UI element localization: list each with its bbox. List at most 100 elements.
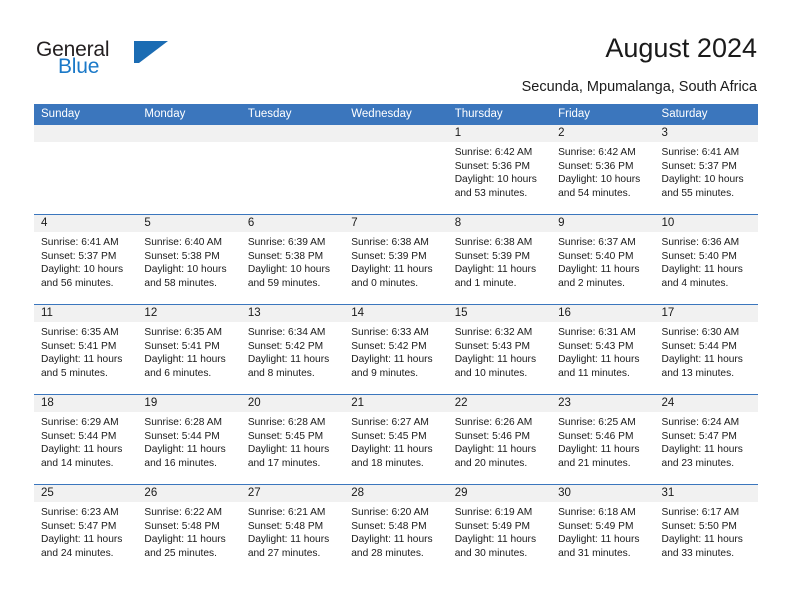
day-cell-empty bbox=[344, 125, 448, 214]
day-cell-24[interactable]: 24 Sunrise: 6:24 AM Sunset: 5:47 PM Dayligh… bbox=[654, 395, 758, 484]
day-cell-26[interactable]: 26 Sunrise: 6:22 AM Sunset: 5:48 PM Dayligh… bbox=[137, 485, 241, 574]
day-number: 1 bbox=[454, 127, 462, 139]
page-title: August 2024 bbox=[605, 33, 757, 63]
calendar-weeks: 1 Sunrise: 6:42 AM Sunset: 5:36 PM Daylight… bbox=[34, 125, 758, 574]
day-detail-line: Daylight: 10 hours bbox=[41, 264, 124, 276]
calendar-week-row: 11 Sunrise: 6:35 AM Sunset: 5:41 PM Dayligh… bbox=[34, 304, 758, 394]
day-cell-16[interactable]: 16 Sunrise: 6:31 AM Sunset: 5:43 PM Dayligh… bbox=[551, 305, 655, 394]
day-detail-line: and 20 minutes. bbox=[454, 457, 528, 469]
day-detail-line: Sunrise: 6:42 AM bbox=[558, 147, 636, 158]
day-cell-20[interactable]: 20 Sunrise: 6:28 AM Sunset: 5:45 PM Dayligh… bbox=[240, 395, 345, 484]
day-details: Sunrise: 6:26 AM Sunset: 5:46 PM Daylight:… bbox=[448, 412, 551, 470]
day-detail-line: Sunset: 5:37 PM bbox=[41, 250, 117, 262]
day-cell-31[interactable]: 31 Sunrise: 6:17 AM Sunset: 5:50 PM Dayligh… bbox=[654, 485, 758, 574]
day-detail-line: Sunrise: 6:26 AM bbox=[454, 417, 533, 428]
day-cell-9[interactable]: 9 Sunrise: 6:37 AM Sunset: 5:40 PM Daylight… bbox=[551, 215, 655, 304]
day-detail-line: Sunset: 5:38 PM bbox=[247, 250, 324, 262]
day-cell-19[interactable]: 19 Sunrise: 6:28 AM Sunset: 5:44 PM Dayligh… bbox=[137, 395, 241, 484]
day-detail-line: Daylight: 11 hours bbox=[351, 534, 433, 546]
day-detail-line: Sunrise: 6:32 AM bbox=[454, 327, 533, 338]
day-number-band: 2 bbox=[551, 125, 655, 142]
day-details: Sunrise: 6:18 AM Sunset: 5:49 PM Daylight:… bbox=[551, 502, 654, 560]
weekday-header-wednesday: Wednesday bbox=[351, 108, 412, 120]
day-cell-18[interactable]: 18 Sunrise: 6:29 AM Sunset: 5:44 PM Dayligh… bbox=[34, 395, 138, 484]
day-detail-line: Sunset: 5:47 PM bbox=[661, 430, 737, 442]
day-details: Sunrise: 6:41 AM Sunset: 5:37 PM Daylight:… bbox=[34, 232, 137, 290]
day-number-band: 4 bbox=[34, 215, 138, 232]
day-detail-line: Sunrise: 6:35 AM bbox=[144, 327, 223, 338]
day-cell-7[interactable]: 7 Sunrise: 6:38 AM Sunset: 5:39 PM Daylight… bbox=[344, 215, 448, 304]
day-number-band: 16 bbox=[551, 305, 655, 322]
day-number: 29 bbox=[454, 487, 468, 499]
calendar-week-row: 1 Sunrise: 6:42 AM Sunset: 5:36 PM Daylight… bbox=[34, 125, 758, 214]
day-number-band: 24 bbox=[654, 395, 758, 412]
day-detail-line: Sunrise: 6:41 AM bbox=[41, 237, 119, 248]
day-detail-line: Sunrise: 6:31 AM bbox=[558, 327, 636, 338]
day-detail-line: Daylight: 11 hours bbox=[454, 264, 537, 276]
day-cell-5[interactable]: 5 Sunrise: 6:40 AM Sunset: 5:38 PM Daylight… bbox=[137, 215, 241, 304]
day-number: 9 bbox=[558, 217, 565, 229]
day-cell-12[interactable]: 12 Sunrise: 6:35 AM Sunset: 5:41 PM Dayligh… bbox=[137, 305, 241, 394]
day-details: Sunrise: 6:38 AM Sunset: 5:39 PM Daylight:… bbox=[344, 232, 447, 290]
day-detail-line: Sunset: 5:46 PM bbox=[558, 430, 634, 442]
day-details: Sunrise: 6:30 AM Sunset: 5:44 PM Daylight:… bbox=[655, 322, 758, 380]
page-subtitle: Secunda, Mpumalanga, South Africa bbox=[521, 79, 757, 95]
day-detail-line: Daylight: 11 hours bbox=[351, 354, 433, 366]
day-cell-25[interactable]: 25 Sunrise: 6:23 AM Sunset: 5:47 PM Dayligh… bbox=[34, 485, 138, 574]
day-cell-10[interactable]: 10 Sunrise: 6:36 AM Sunset: 5:40 PM Dayligh… bbox=[654, 215, 758, 304]
day-number: 25 bbox=[41, 487, 54, 499]
day-cell-8[interactable]: 8 Sunrise: 6:38 AM Sunset: 5:39 PM Daylight… bbox=[447, 215, 552, 304]
day-detail-line: and 58 minutes. bbox=[144, 277, 217, 289]
day-detail-line: Daylight: 11 hours bbox=[247, 534, 330, 546]
day-cell-22[interactable]: 22 Sunrise: 6:26 AM Sunset: 5:46 PM Dayligh… bbox=[447, 395, 552, 484]
day-cell-27[interactable]: 27 Sunrise: 6:21 AM Sunset: 5:48 PM Dayligh… bbox=[240, 485, 345, 574]
day-cell-11[interactable]: 11 Sunrise: 6:35 AM Sunset: 5:41 PM Dayligh… bbox=[34, 305, 138, 394]
day-detail-line: Sunset: 5:39 PM bbox=[454, 250, 531, 262]
day-details: Sunrise: 6:34 AM Sunset: 5:42 PM Daylight:… bbox=[241, 322, 344, 380]
day-cell-2[interactable]: 2 Sunrise: 6:42 AM Sunset: 5:36 PM Daylight… bbox=[551, 125, 655, 214]
day-number-band: 15 bbox=[447, 305, 552, 322]
day-cell-29[interactable]: 29 Sunrise: 6:19 AM Sunset: 5:49 PM Dayligh… bbox=[447, 485, 552, 574]
day-detail-line: and 56 minutes. bbox=[41, 277, 114, 289]
day-cell-15[interactable]: 15 Sunrise: 6:32 AM Sunset: 5:43 PM Dayligh… bbox=[447, 305, 552, 394]
day-detail-line: Daylight: 11 hours bbox=[454, 534, 537, 546]
day-number: 3 bbox=[661, 127, 668, 139]
day-detail-line: Daylight: 10 hours bbox=[454, 174, 537, 186]
day-detail-line: and 27 minutes. bbox=[247, 547, 321, 559]
day-number: 18 bbox=[41, 397, 54, 409]
day-detail-line: Sunrise: 6:22 AM bbox=[144, 507, 223, 518]
day-detail-line: Daylight: 11 hours bbox=[661, 354, 743, 366]
day-detail-line: and 13 minutes. bbox=[661, 367, 735, 379]
day-cell-13[interactable]: 13 Sunrise: 6:34 AM Sunset: 5:42 PM Dayligh… bbox=[240, 305, 345, 394]
day-detail-line: Sunset: 5:36 PM bbox=[558, 160, 634, 172]
day-detail-line: Sunrise: 6:36 AM bbox=[661, 237, 740, 248]
day-cell-21[interactable]: 21 Sunrise: 6:27 AM Sunset: 5:45 PM Dayligh… bbox=[344, 395, 448, 484]
day-detail-line: Sunrise: 6:33 AM bbox=[351, 327, 429, 338]
day-cell-30[interactable]: 30 Sunrise: 6:18 AM Sunset: 5:49 PM Dayligh… bbox=[551, 485, 655, 574]
day-cell-23[interactable]: 23 Sunrise: 6:25 AM Sunset: 5:46 PM Dayligh… bbox=[551, 395, 655, 484]
day-details: Sunrise: 6:35 AM Sunset: 5:41 PM Daylight:… bbox=[34, 322, 137, 380]
day-number bbox=[241, 125, 344, 127]
day-number: 12 bbox=[144, 307, 158, 319]
day-detail-line: Sunrise: 6:28 AM bbox=[144, 417, 223, 428]
day-cell-28[interactable]: 28 Sunrise: 6:20 AM Sunset: 5:48 PM Dayligh… bbox=[344, 485, 448, 574]
day-detail-line: and 59 minutes. bbox=[247, 277, 321, 289]
day-cell-4[interactable]: 4 Sunrise: 6:41 AM Sunset: 5:37 PM Daylight… bbox=[34, 215, 138, 304]
day-cell-17[interactable]: 17 Sunrise: 6:30 AM Sunset: 5:44 PM Dayligh… bbox=[654, 305, 758, 394]
day-detail-line: Sunset: 5:48 PM bbox=[144, 520, 220, 532]
calendar-page: General Blue August 2024 Secunda, Mpumal… bbox=[0, 0, 792, 612]
day-number-band: 20 bbox=[240, 395, 345, 412]
day-number: 27 bbox=[247, 487, 261, 499]
logo-triangle-shape bbox=[139, 41, 168, 63]
day-detail-line: and 2 minutes. bbox=[558, 277, 625, 289]
day-detail-line: Sunset: 5:41 PM bbox=[144, 340, 220, 352]
day-cell-3[interactable]: 3 Sunrise: 6:41 AM Sunset: 5:37 PM Daylight… bbox=[654, 125, 758, 214]
day-details: Sunrise: 6:29 AM Sunset: 5:44 PM Daylight:… bbox=[34, 412, 137, 470]
weekday-header-thursday: Thursday bbox=[454, 108, 503, 120]
day-cell-6[interactable]: 6 Sunrise: 6:39 AM Sunset: 5:38 PM Daylight… bbox=[240, 215, 345, 304]
day-detail-line: Sunset: 5:41 PM bbox=[41, 340, 117, 352]
day-cell-14[interactable]: 14 Sunrise: 6:33 AM Sunset: 5:42 PM Dayligh… bbox=[344, 305, 448, 394]
day-cell-1[interactable]: 1 Sunrise: 6:42 AM Sunset: 5:36 PM Daylight… bbox=[447, 125, 552, 214]
day-detail-line: Sunrise: 6:19 AM bbox=[454, 507, 533, 518]
day-number-band: 14 bbox=[344, 305, 448, 322]
